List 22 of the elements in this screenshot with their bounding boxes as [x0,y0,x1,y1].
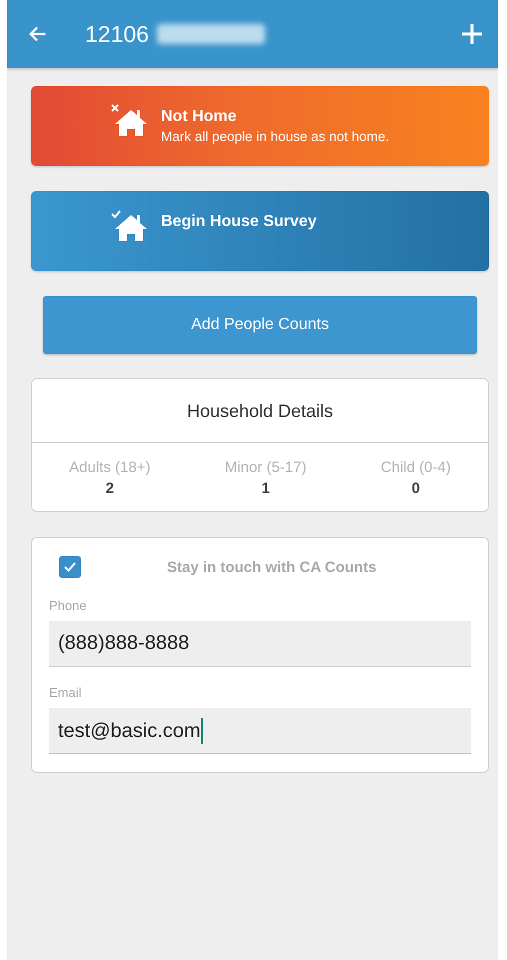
add-people-counts-button[interactable]: Add People Counts [43,296,477,354]
input-field[interactable]: test@basic.com [49,708,471,754]
count-label: Child (0-4) [380,459,451,476]
count-value: 1 [261,480,270,497]
count-label: Adults (18+) [69,459,150,476]
field-label: Phone [49,598,88,613]
action-title: Begin House Survey [161,213,317,231]
count-value: 2 [106,480,114,497]
count-label: Minor (5-17) [224,459,306,476]
screen-title: 12106 [85,20,149,48]
check-icon [63,560,77,574]
input-field[interactable]: (888)888-8888 [49,621,471,667]
checkbox-label: Stay in touch with CA Counts [167,558,376,576]
action-subtitle: Mark all people in house as not home. [161,129,390,144]
checkbox[interactable] [59,556,81,578]
card-title: Household Details [32,379,488,443]
begin-survey-button[interactable]: Begin House Survey [31,191,489,271]
field-label: Email [49,685,83,700]
action-title: Not Home [161,108,238,126]
count-value: 0 [412,480,420,497]
add-icon[interactable] [460,22,484,46]
not-home-button[interactable]: Not Home Mark all people in house as not home. [31,86,489,166]
